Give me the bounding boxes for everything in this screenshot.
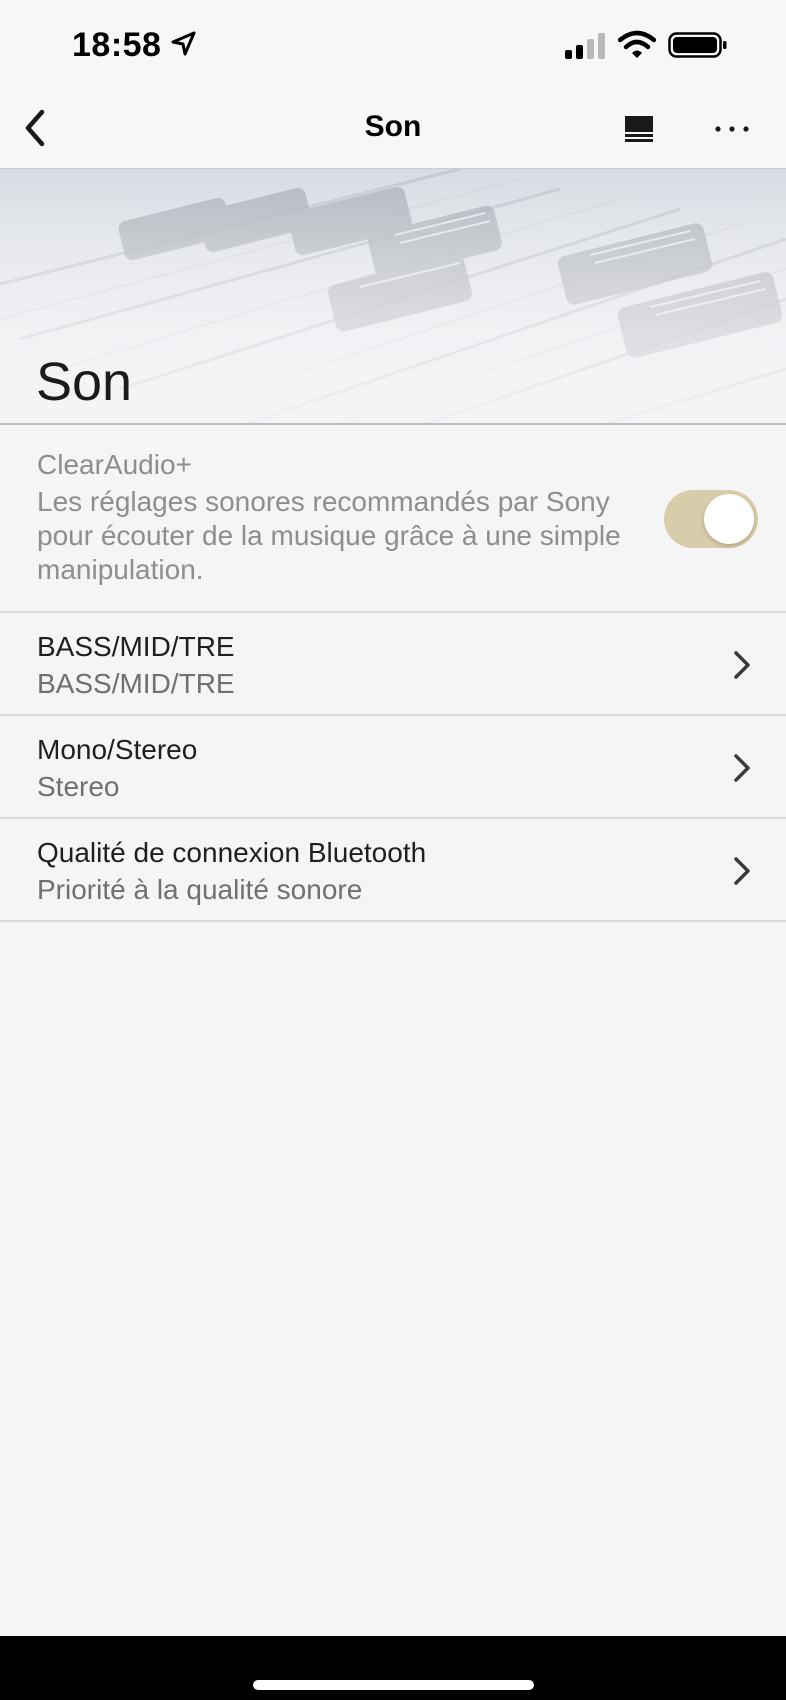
chevron-right-icon — [734, 754, 750, 782]
clearaudio-setting: ClearAudio+ Les réglages sonores recomma… — [0, 427, 786, 613]
clearaudio-description: Les réglages sonores recommandés par Son… — [37, 486, 621, 585]
setting-title: Mono/Stereo — [37, 734, 198, 765]
hero-banner: Son — [0, 168, 786, 425]
setting-row-bluetooth-quality[interactable]: Qualité de connexion Bluetooth Priorité … — [0, 819, 786, 922]
clearaudio-toggle[interactable] — [664, 490, 758, 548]
home-indicator[interactable] — [253, 1680, 534, 1690]
setting-value: Stereo — [37, 771, 120, 802]
settings-screen: 18:58 Son Son ClearAudio+ Les réglages s… — [0, 0, 786, 1700]
status-bar: 18:58 — [0, 0, 786, 88]
battery-icon — [668, 32, 727, 58]
setting-title: Qualité de connexion Bluetooth — [37, 837, 427, 868]
setting-value: Priorité à la qualité sonore — [37, 874, 363, 905]
toggle-knob — [704, 494, 754, 544]
page-title: Son — [36, 352, 133, 412]
location-arrow-icon — [171, 31, 196, 56]
home-indicator-area — [0, 1636, 786, 1700]
wifi-icon — [618, 30, 656, 58]
setting-title: BASS/MID/TRE — [37, 631, 235, 662]
more-icon[interactable] — [710, 112, 754, 146]
list-icon[interactable] — [622, 110, 656, 146]
setting-row-mono-stereo[interactable]: Mono/Stereo Stereo — [0, 716, 786, 819]
clearaudio-title: ClearAudio+ — [37, 449, 192, 480]
nav-title: Son — [364, 110, 422, 143]
chevron-right-icon — [734, 651, 750, 679]
status-time: 18:58 — [72, 26, 162, 64]
navigation-bar: Son — [0, 88, 786, 168]
chevron-right-icon — [734, 857, 750, 885]
setting-row-bass-mid-tre[interactable]: BASS/MID/TRE BASS/MID/TRE — [0, 613, 786, 716]
cellular-signal-icon — [565, 33, 605, 59]
setting-value: BASS/MID/TRE — [37, 668, 235, 699]
